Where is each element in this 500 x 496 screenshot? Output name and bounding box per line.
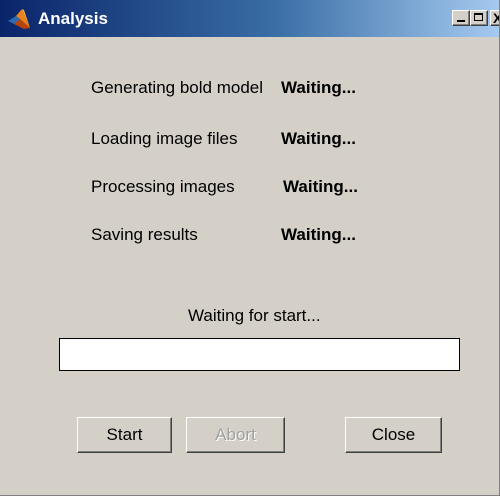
step-label-generating-bold-model: Generating bold model [91, 78, 264, 97]
status-message: Waiting for start... [188, 306, 321, 325]
minimize-button[interactable] [452, 10, 470, 26]
minimize-icon [457, 20, 465, 22]
close-icon: X [493, 11, 499, 25]
step-status-processing-images: Waiting... [283, 177, 358, 196]
window-title: Analysis [38, 9, 108, 28]
title-bar[interactable]: Analysis X [0, 0, 499, 37]
step-label-loading-image-files: Loading image files [91, 129, 238, 148]
start-button[interactable]: Start [77, 417, 172, 453]
step-status-loading-image-files: Waiting... [281, 129, 356, 148]
step-label-saving-results: Saving results [91, 225, 198, 244]
close-button[interactable]: Close [345, 417, 442, 453]
maximize-icon [474, 13, 483, 21]
abort-button: Abort [186, 417, 285, 453]
step-status-generating-bold-model: Waiting... [281, 78, 356, 97]
step-label-processing-images: Processing images [91, 177, 235, 196]
matlab-icon [8, 9, 30, 29]
step-status-saving-results: Waiting... [281, 225, 356, 244]
close-window-button[interactable]: X [490, 10, 499, 26]
maximize-button[interactable] [470, 10, 488, 26]
analysis-window: Analysis X Generating bold model Waiting… [0, 0, 500, 496]
progress-bar [59, 338, 460, 371]
